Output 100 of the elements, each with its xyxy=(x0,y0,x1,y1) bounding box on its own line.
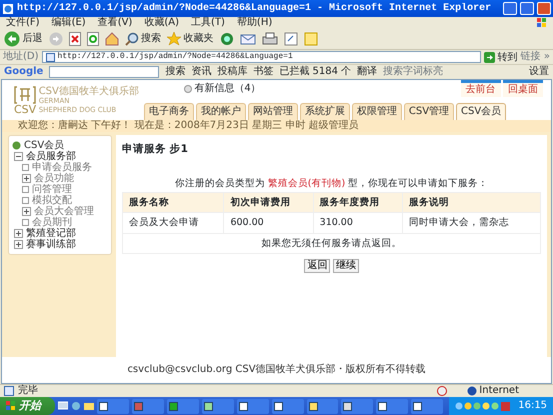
favorites-button[interactable]: 收藏夹 xyxy=(167,31,214,46)
page-icon xyxy=(46,52,55,62)
media-icon[interactable] xyxy=(220,32,234,46)
toolbar-button[interactable]: 翻译 xyxy=(357,66,378,78)
toggle-icon[interactable] xyxy=(14,240,23,249)
column-header: 服务说明 xyxy=(402,192,540,213)
toolbar-button[interactable]: 已拦截 5184 个 xyxy=(279,66,352,78)
page-heading: 申请服务 步1 xyxy=(122,143,189,156)
menu-item[interactable]: 收藏(A) xyxy=(144,16,179,28)
minimize-button[interactable] xyxy=(503,2,517,15)
toggle-icon[interactable] xyxy=(14,229,23,238)
nav-tab[interactable]: CSV会员 xyxy=(456,103,506,120)
table-cell: 310.00 xyxy=(313,212,402,234)
close-button[interactable] xyxy=(537,2,551,15)
window-icon xyxy=(134,402,143,410)
toolbar-button[interactable]: 搜索 xyxy=(165,66,186,78)
message-icon xyxy=(184,84,192,92)
column-header: 初次申请费用 xyxy=(224,192,314,213)
nav-tab[interactable]: 我的帐户 xyxy=(196,103,246,120)
window-icon xyxy=(168,402,178,410)
taskbar-button[interactable] xyxy=(376,398,408,414)
tree-item[interactable]: 会员大会管理 xyxy=(34,206,94,217)
window-icon xyxy=(99,402,108,410)
taskbar-button[interactable] xyxy=(97,398,129,414)
window-icon xyxy=(343,402,352,410)
status-text: 完毕 xyxy=(18,385,38,397)
taskbar-button[interactable] xyxy=(236,398,269,414)
window-icon xyxy=(378,402,388,410)
mail-icon[interactable] xyxy=(240,32,256,46)
messages-link[interactable]: 有新信息（4） xyxy=(194,82,261,94)
nav-tab[interactable]: 电子商务 xyxy=(144,103,194,120)
notice-text: 你注册的会员类型为 繁殖会员(有刊物) 型，你现在可以申请如下服务： xyxy=(174,178,490,189)
toolbar-button[interactable]: 搜索字词标亮 xyxy=(383,66,444,78)
menu-item[interactable]: 工具(T) xyxy=(191,16,225,28)
taskbar-button[interactable] xyxy=(272,398,304,414)
column-header: 服务年度费用 xyxy=(313,192,402,213)
back-button[interactable]: 后退 xyxy=(4,30,42,46)
form-button[interactable]: 继续 xyxy=(332,259,359,274)
toolbar-button[interactable]: 资讯 xyxy=(191,66,212,78)
toolbar-button[interactable]: 书签 xyxy=(253,66,274,78)
address-field[interactable]: http://127.0.0.1/jsp/admin/?Node=44286&Language=1 xyxy=(42,51,482,63)
toolbar-button[interactable]: 投稿库 xyxy=(217,66,248,78)
toggle-icon[interactable] xyxy=(22,207,31,216)
taskbar-button[interactable] xyxy=(411,398,444,414)
printer-icon[interactable] xyxy=(262,32,278,46)
menu-item[interactable]: 编辑(E) xyxy=(52,16,86,28)
tree-item[interactable]: 会员服务部 xyxy=(26,151,76,162)
links-button[interactable]: 链接 » xyxy=(520,51,550,63)
start-button[interactable]: 开始 xyxy=(0,397,55,415)
logo-text: CSV xyxy=(14,104,36,114)
taskbar-button[interactable] xyxy=(306,398,338,414)
maximize-button[interactable] xyxy=(520,2,534,15)
folder-icon[interactable] xyxy=(84,401,94,411)
clock-text: 16:15 xyxy=(518,400,548,412)
menu-item[interactable]: 帮助(H) xyxy=(236,16,272,28)
address-label: 地址(D) xyxy=(3,51,39,63)
nav-tab[interactable]: CSV管理 xyxy=(404,103,454,120)
desktop-icon[interactable] xyxy=(58,401,68,411)
toggle-icon[interactable] xyxy=(22,174,31,183)
tree-root[interactable]: CSV会员 xyxy=(24,140,64,151)
refresh-icon[interactable] xyxy=(86,32,98,46)
nav-tab[interactable]: 网站管理 xyxy=(248,103,298,120)
stop-icon[interactable] xyxy=(68,32,80,46)
form-button[interactable]: 返回 xyxy=(304,259,330,274)
club-logo-icon xyxy=(14,86,36,104)
go-arrow-icon xyxy=(484,52,496,62)
taskbar-button[interactable] xyxy=(341,398,374,414)
tree-item[interactable]: 会员期刊 xyxy=(32,217,72,228)
tree-item[interactable]: 模拟交配 xyxy=(32,195,72,206)
table-cell: 同时申请大会，需杂志 xyxy=(402,212,540,234)
search-button[interactable]: 搜索 xyxy=(124,31,161,46)
window-icon xyxy=(308,402,318,410)
top-link[interactable]: 回桌面 xyxy=(503,80,543,97)
nav-tab[interactable]: 系统扩展 xyxy=(300,103,350,120)
club-name: CSV德国牧羊犬俱乐部 xyxy=(38,86,139,96)
nav-tab[interactable]: 权限管理 xyxy=(352,103,402,120)
menu-item[interactable]: 查看(V) xyxy=(98,16,132,28)
zone-text: Internet xyxy=(479,385,519,397)
window-icon xyxy=(204,402,213,410)
tree-item[interactable]: 申请会员服务 xyxy=(32,162,92,173)
star-icon xyxy=(167,32,181,46)
windows-logo-icon xyxy=(537,18,547,28)
go-button[interactable]: 转到 xyxy=(484,50,518,64)
settings-button[interactable]: 设置 xyxy=(529,66,549,78)
tree-item[interactable]: 赛事训练部 xyxy=(26,239,76,250)
table-cell: 会员及大会申请 xyxy=(122,212,224,234)
tree-item[interactable]: 问答管理 xyxy=(32,184,72,195)
blocked-icon xyxy=(436,386,448,396)
tree-item[interactable]: 会员功能 xyxy=(34,173,74,184)
column-header: 服务名称 xyxy=(122,192,224,213)
menu-item[interactable]: 文件(F) xyxy=(6,16,40,28)
taskbar-button[interactable] xyxy=(202,398,234,414)
page-icon xyxy=(4,386,14,396)
google-search-field[interactable] xyxy=(49,66,160,78)
leaf-icon xyxy=(22,164,29,171)
home-icon[interactable] xyxy=(104,32,118,46)
top-link[interactable]: 去前台 xyxy=(460,80,500,97)
toggle-icon[interactable] xyxy=(14,152,23,161)
edit-icon[interactable] xyxy=(284,32,298,46)
tree-item[interactable]: 繁殖登记部 xyxy=(26,228,76,239)
